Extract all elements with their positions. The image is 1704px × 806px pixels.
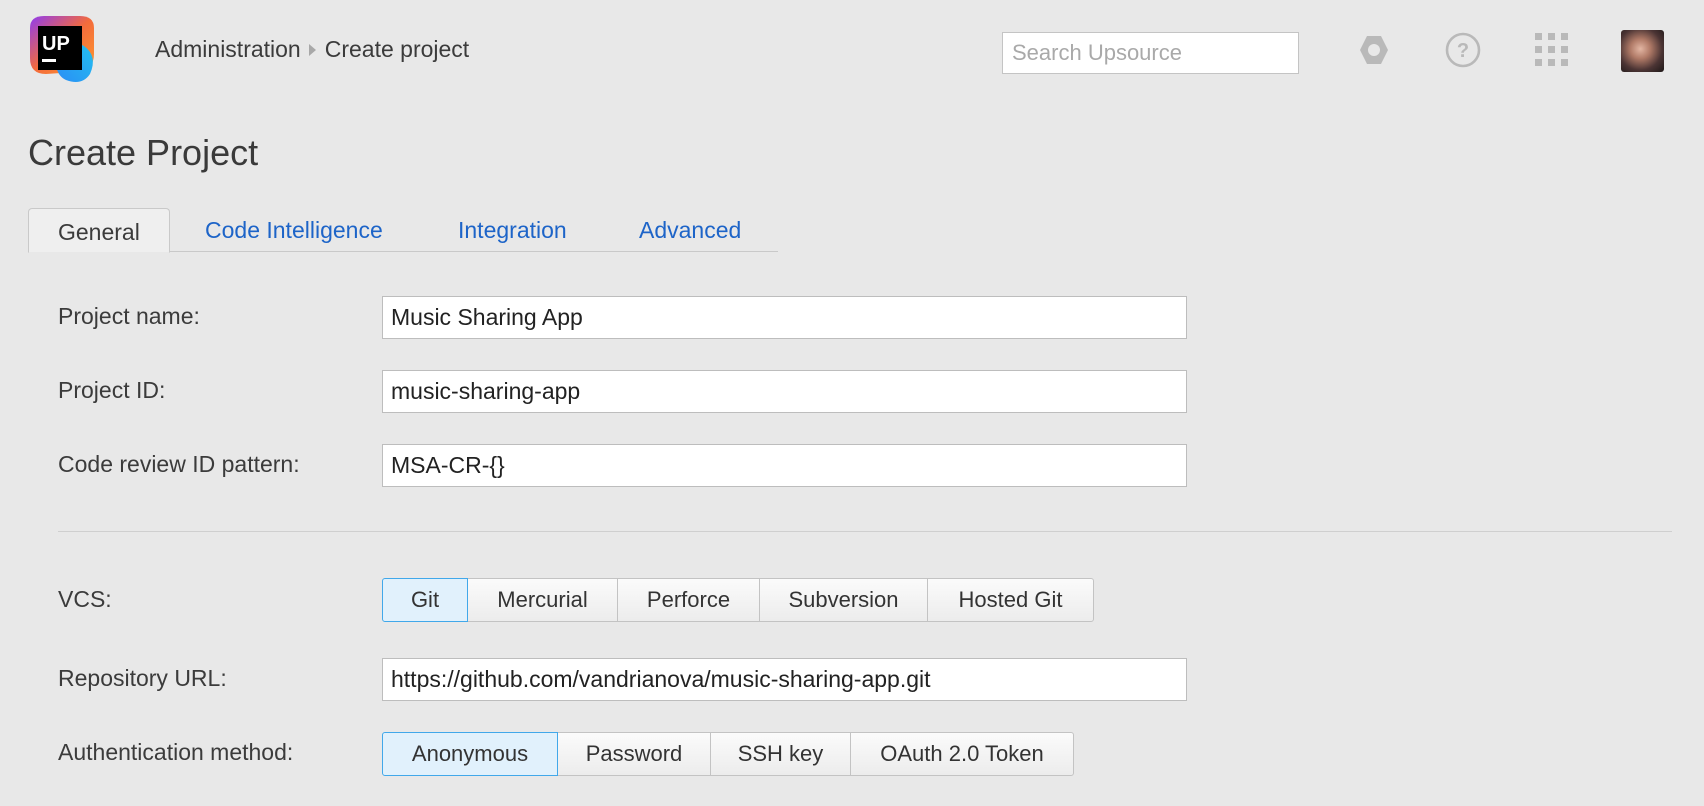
auth-option-password[interactable]: Password	[557, 732, 711, 776]
tab-general[interactable]: General	[28, 208, 170, 253]
page-title: Create Project	[28, 132, 259, 173]
vcs-segmented-control: Git Mercurial Perforce Subversion Hosted…	[382, 578, 1094, 622]
top-header: UP Administration Create project ?	[0, 0, 1704, 100]
breadcrumb-separator-icon	[308, 43, 316, 56]
tab-advanced[interactable]: Advanced	[639, 208, 741, 252]
search-input[interactable]	[1002, 32, 1299, 74]
breadcrumb-current: Create project	[324, 36, 470, 62]
tab-integration[interactable]: Integration	[458, 208, 567, 252]
vcs-option-perforce[interactable]: Perforce	[617, 578, 760, 622]
auth-option-ssh-key[interactable]: SSH key	[710, 732, 851, 776]
project-name-label: Project name:	[58, 303, 200, 329]
user-avatar[interactable]	[1621, 30, 1664, 72]
auth-method-label: Authentication method:	[58, 739, 294, 765]
upsource-logo[interactable]: UP	[26, 14, 98, 86]
vcs-option-subversion[interactable]: Subversion	[759, 578, 928, 622]
project-id-label: Project ID:	[58, 377, 166, 403]
logo-text: UP	[42, 33, 70, 55]
project-id-input[interactable]	[382, 370, 1187, 413]
breadcrumb: Administration Create project	[155, 36, 469, 63]
breadcrumb-administration[interactable]: Administration	[155, 36, 301, 63]
vcs-option-mercurial[interactable]: Mercurial	[467, 578, 618, 622]
auth-option-oauth-token[interactable]: OAuth 2.0 Token	[850, 732, 1074, 776]
vcs-option-hosted-git[interactable]: Hosted Git	[927, 578, 1094, 622]
repository-url-input[interactable]	[382, 658, 1187, 701]
repository-url-label: Repository URL:	[58, 665, 227, 691]
settings-gear-icon[interactable]	[1354, 30, 1394, 70]
vcs-option-git[interactable]: Git	[382, 578, 468, 622]
app-window: UP Administration Create project ?	[0, 0, 1704, 806]
apps-grid-icon[interactable]	[1532, 30, 1572, 70]
tab-code-intelligence[interactable]: Code Intelligence	[205, 208, 383, 252]
tab-bar: General Code Intelligence Integration Ad…	[28, 208, 778, 253]
auth-method-segmented-control: Anonymous Password SSH key OAuth 2.0 Tok…	[382, 732, 1074, 776]
help-icon[interactable]: ?	[1443, 30, 1483, 70]
auth-option-anonymous[interactable]: Anonymous	[382, 732, 558, 776]
svg-text:?: ?	[1457, 40, 1469, 62]
vcs-label: VCS:	[58, 586, 112, 612]
review-id-pattern-label: Code review ID pattern:	[58, 451, 300, 477]
project-name-input[interactable]	[382, 296, 1187, 339]
section-divider	[58, 531, 1672, 532]
review-id-pattern-input[interactable]	[382, 444, 1187, 487]
